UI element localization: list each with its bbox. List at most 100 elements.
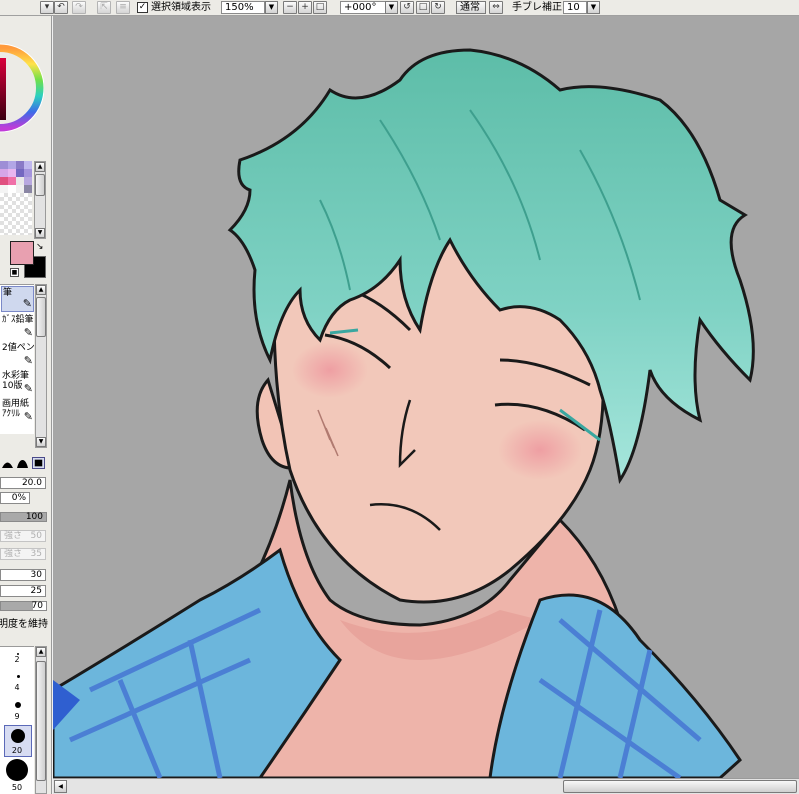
zoom-field[interactable]: 150% (221, 1, 265, 14)
strength-field-2: 強さ 35 (0, 548, 46, 560)
blend-field[interactable]: 30 (0, 569, 46, 581)
zoom-dropdown[interactable]: ▼ (265, 1, 278, 14)
drawing-canvas[interactable] (53, 16, 799, 778)
scroll-left-arrow[interactable]: ◀ (54, 780, 67, 793)
min-size-field[interactable]: 0% (0, 492, 30, 504)
color-swatch[interactable] (24, 185, 32, 193)
minus-icon: − (286, 2, 294, 12)
size-dot[interactable] (17, 675, 20, 678)
swap-colors-icon[interactable]: ↘ (36, 242, 44, 252)
foreground-color-swatch[interactable] (10, 241, 34, 265)
density-bar[interactable]: 100 (0, 512, 47, 522)
color-swatch[interactable] (0, 169, 8, 177)
color-swatch[interactable] (16, 169, 24, 177)
selection-display-checkbox[interactable]: ✓ (137, 2, 148, 13)
scroll-up-arrow[interactable]: ▲ (35, 162, 45, 172)
pencil-icon: ✎ (23, 326, 33, 339)
redo-button[interactable]: ↷ (72, 1, 86, 14)
rotate-left-button[interactable]: ↺ (400, 1, 414, 14)
deselect-icon: ⇱ (100, 2, 108, 12)
brush-size-field[interactable]: 20.0 (0, 477, 46, 489)
color-swatch[interactable] (0, 177, 8, 185)
undo-button[interactable]: ↶ (54, 1, 68, 14)
size-dot[interactable] (11, 729, 25, 743)
tool-name-line2: 10版 (2, 381, 23, 391)
flip-button[interactable]: ⇔ (489, 1, 503, 14)
tool-name: ｶﾞｽ鉛筆 (2, 315, 34, 325)
swatch-scrollbar[interactable]: ▲ ▼ (34, 161, 46, 239)
square-tip-icon[interactable] (32, 457, 45, 469)
illustration-artwork (53, 48, 755, 778)
scroll-up-arrow[interactable]: ▲ (36, 647, 46, 657)
color-swatch[interactable] (16, 161, 24, 169)
color-swatch-grid (0, 161, 33, 235)
color-swatch[interactable] (16, 185, 24, 193)
rotate-right-button[interactable]: ↻ (431, 1, 445, 14)
scroll-up-arrow[interactable]: ▲ (36, 285, 46, 295)
color-swatch[interactable] (24, 161, 32, 169)
zoom-reset-button[interactable]: □ (313, 1, 327, 14)
color-swatch[interactable] (24, 169, 32, 177)
tool-item[interactable]: 筆 ✎ (1, 286, 34, 312)
rotation-field[interactable]: +000° (340, 1, 386, 14)
round-tip-icon[interactable] (1, 457, 14, 469)
persistence-bar[interactable]: 70 (0, 601, 47, 611)
color-swatch[interactable] (8, 177, 16, 185)
pen-icon: ✎ (23, 354, 33, 367)
chevron-up-icon: ▲ (37, 163, 43, 170)
selection-display-label: 選択領域表示 (151, 2, 211, 13)
chevron-left-icon: ◀ (58, 783, 63, 790)
scroll-thumb[interactable] (35, 174, 45, 196)
size-label: 9 (14, 712, 20, 721)
invert-selection-button[interactable]: ≡ (116, 1, 130, 14)
rotate-reset-button[interactable]: □ (416, 1, 430, 14)
size-dot[interactable] (6, 759, 28, 781)
color-swatch[interactable] (24, 177, 32, 185)
size-dot[interactable] (15, 702, 21, 708)
persistence-fill (1, 602, 33, 610)
tool-item[interactable]: ｶﾞｽ鉛筆 ✎ (1, 314, 34, 340)
tool-item[interactable]: 2値ペン ✎ (1, 342, 35, 368)
plus-icon: + (301, 2, 309, 12)
stabilizer-dropdown[interactable]: ▼ (587, 1, 600, 14)
color-wheel[interactable] (0, 18, 44, 168)
tool-panel: ▲ ▼ ↘ ■ 筆 ✎ ｶﾞｽ鉛筆 ✎ 2値ペン ✎ 水彩筆 10版 ✎ 画用紙 ｱｸﾘﾙ ✎ ▲ ▼… (0, 16, 52, 794)
zoom-in-button[interactable]: + (298, 1, 312, 14)
tool-item[interactable]: 画用紙 ｱｸﾘﾙ ✎ (1, 398, 34, 424)
brush-tip-shapes (0, 456, 51, 470)
scroll-thumb[interactable] (563, 780, 797, 793)
scroll-thumb[interactable] (36, 297, 46, 337)
brush-size-list: 2 4 9 20 50 (0, 646, 34, 794)
redo-icon: ↷ (75, 2, 83, 12)
tool-name: 筆 (3, 288, 13, 298)
chevron-down-icon: ▼ (590, 3, 597, 11)
canvas-horizontal-scrollbar[interactable]: ◀ (53, 778, 799, 794)
rotation-dropdown[interactable]: ▼ (385, 1, 398, 14)
strength-field-1: 強さ 50 (0, 530, 46, 542)
reset-colors-icon[interactable]: ■ (10, 268, 19, 277)
tool-item[interactable]: 水彩筆 10版 ✎ (1, 370, 34, 396)
color-swatch[interactable] (8, 161, 16, 169)
color-swatch[interactable] (0, 161, 8, 169)
scroll-down-arrow[interactable]: ▼ (36, 437, 46, 447)
zoom-out-button[interactable]: − (283, 1, 297, 14)
size-list-scrollbar[interactable]: ▲ (35, 646, 47, 794)
size-label: 50 (11, 783, 23, 792)
color-swatch[interactable] (16, 177, 24, 185)
display-mode-button[interactable]: 通常 (456, 1, 486, 14)
tool-list-scrollbar[interactable]: ▲ ▼ (35, 284, 47, 448)
invert-selection-icon: ≡ (119, 2, 127, 12)
stabilizer-field[interactable]: 10 (563, 1, 587, 14)
color-swatch[interactable] (8, 169, 16, 177)
chevron-down-icon: ▼ (388, 3, 395, 11)
dilution-field[interactable]: 25 (0, 585, 46, 597)
color-swatch[interactable] (8, 185, 16, 193)
deselect-button[interactable]: ⇱ (97, 1, 111, 14)
scroll-down-arrow[interactable]: ▼ (35, 228, 45, 238)
empty-swatch-area[interactable] (0, 193, 32, 235)
scroll-thumb[interactable] (36, 661, 46, 781)
soft-tip-icon[interactable] (16, 457, 29, 469)
color-swatch[interactable] (0, 185, 8, 193)
dropdown-arrow-button[interactable]: ▾ (40, 1, 54, 14)
square-icon: □ (418, 2, 428, 12)
